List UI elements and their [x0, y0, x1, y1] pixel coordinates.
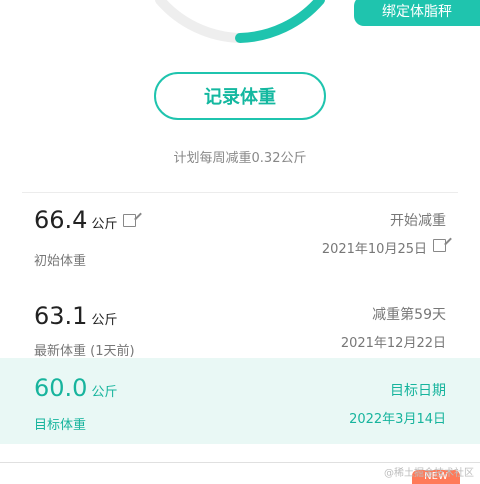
initial-weight-value: 66.4 [34, 206, 88, 234]
edit-icon[interactable] [123, 214, 137, 227]
divider [22, 192, 458, 193]
initial-weight-value-group[interactable]: 66.4 公斤 [34, 206, 137, 234]
latest-weight-unit: 公斤 [91, 313, 118, 328]
target-date: 2022年3月14日 [349, 412, 446, 427]
latest-weight-value: 63.1 [34, 302, 88, 330]
start-date-group[interactable]: 2021年10月25日 [322, 238, 446, 257]
latest-weight-label: 最新体重 (1天前) [34, 344, 135, 359]
day-count-label: 减重第59天 [372, 307, 446, 323]
initial-weight-unit: 公斤 [91, 217, 118, 232]
bind-scale-button[interactable]: 绑定体脂秤 [354, 0, 480, 26]
plan-text: 计划每周减重0.32公斤 [173, 151, 307, 166]
start-label: 开始减重 [390, 213, 446, 229]
edit-icon[interactable] [433, 239, 446, 252]
target-weight-row[interactable]: 60.0 公斤 目标体重 目标日期 2022年3月14日 [0, 358, 480, 444]
target-weight-label: 目标体重 [34, 418, 87, 433]
watermark: @稀土掘金技术社区 [384, 468, 474, 479]
target-date-label: 目标日期 [390, 383, 446, 399]
bind-scale-label: 绑定体脂秤 [382, 4, 452, 20]
target-weight-value: 60.0 [34, 374, 88, 402]
record-weight-button[interactable]: 记录体重 [154, 72, 326, 120]
record-weight-label: 记录体重 [204, 87, 276, 108]
initial-weight-row: 66.4 公斤 初始体重 开始减重 2021年10月25日 [0, 206, 480, 276]
start-date: 2021年10月25日 [321, 242, 427, 257]
latest-weight-row: 63.1 公斤 最新体重 (1天前) 减重第59天 2021年12月22日 [0, 298, 480, 360]
latest-date: 2021年12月22日 [340, 336, 446, 351]
target-weight-unit: 公斤 [91, 385, 118, 400]
initial-weight-label: 初始体重 [34, 254, 87, 269]
bottom-divider [0, 462, 480, 463]
